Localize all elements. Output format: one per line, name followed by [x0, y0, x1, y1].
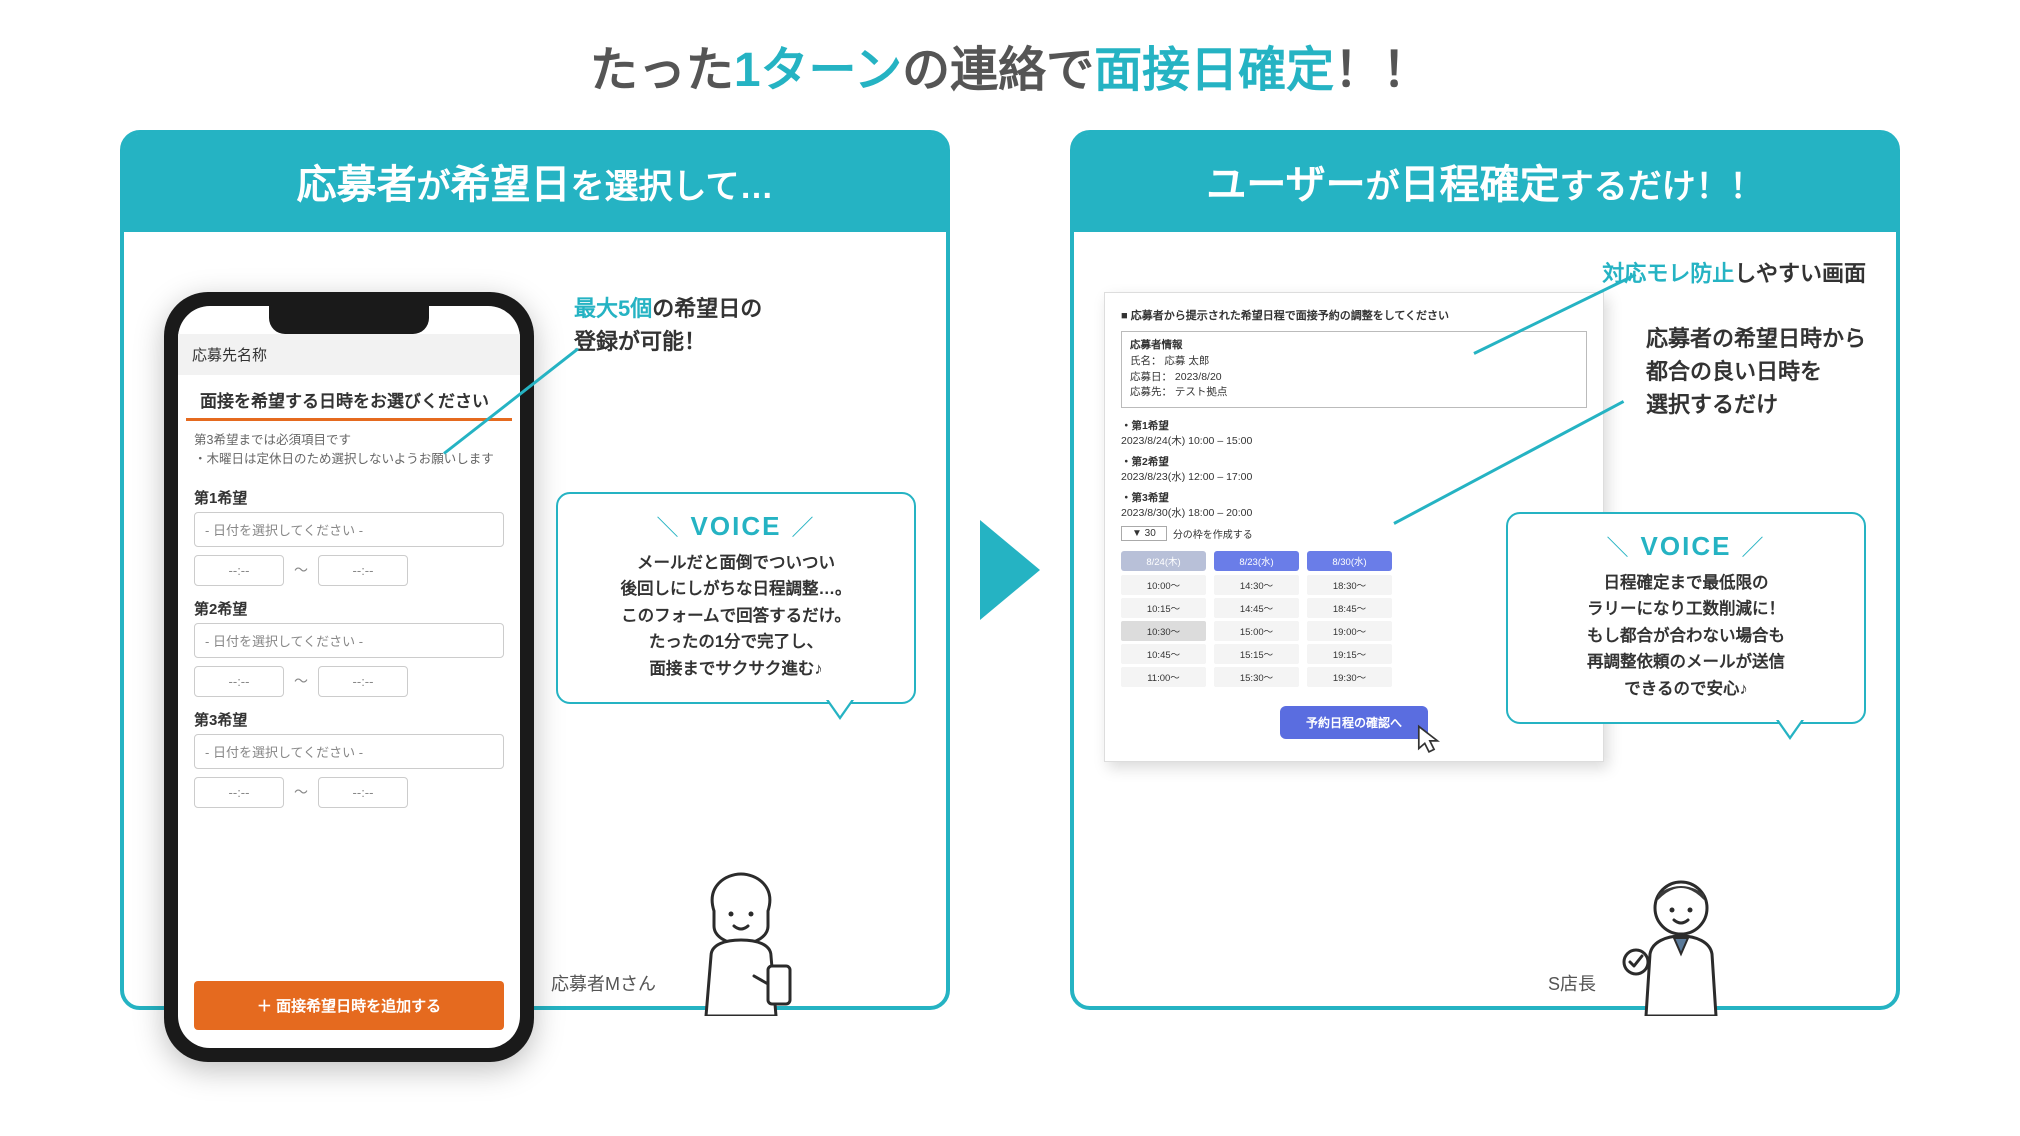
app-store-name: 応募先名称 — [178, 334, 520, 375]
timeslot-date-header: 8/24(木) — [1121, 551, 1206, 571]
timeslot-column: 8/30(水) 18:30〜 18:45〜 19:00〜 19:15〜 19:30〜 — [1307, 551, 1392, 690]
timeslot-option[interactable]: 14:30〜 — [1214, 575, 1299, 595]
timeslot-option[interactable]: 10:00〜 — [1121, 575, 1206, 595]
timeslot-option[interactable]: 11:00〜 — [1121, 667, 1206, 687]
timeslot-option[interactable]: 15:30〜 — [1214, 667, 1299, 687]
timeslot-option[interactable]: 10:30〜 — [1121, 621, 1206, 641]
panel-user-header: ユーザーが日程確定するだけ！！ — [1074, 134, 1896, 232]
tilde-icon: 〜 — [294, 560, 308, 580]
timeslot-column: 8/23(水) 14:30〜 14:45〜 15:00〜 15:15〜 15:30〜 — [1214, 551, 1299, 690]
panel-applicant: 応募者が希望日を選択して… 応募先名称 面接を希望する日時をお選びください 第3… — [120, 130, 950, 1010]
page-title: たった1ターンの連絡で面接日確定！！ — [80, 30, 1940, 100]
phone-screen: 応募先名称 面接を希望する日時をお選びください 第3希望までは必須項目です ・木… — [178, 306, 520, 1048]
panel-applicant-header: 応募者が希望日を選択して… — [124, 134, 946, 232]
desk-prefs: ・第1希望2023/8/24(木) 10:00 – 15:00 ・第2希望202… — [1121, 418, 1587, 520]
cursor-icon — [1412, 723, 1446, 757]
pref-3-date-select[interactable]: - 日付を選択してください - — [194, 734, 504, 769]
voice-text: 日程確定まで最低限の ラリーになり工数削減に！ もし都合が合わない場合も 再調整… — [1526, 570, 1846, 702]
pref-3-end-time[interactable]: --:-- — [318, 777, 408, 808]
pref-3: 第3希望 - 日付を選択してください - --:-- 〜 --:-- — [178, 701, 520, 812]
timeslot-option[interactable]: 19:00〜 — [1307, 621, 1392, 641]
pref-1-start-time[interactable]: --:-- — [194, 555, 284, 586]
persona-applicant-illustration — [676, 866, 806, 1016]
panels-row: 応募者が希望日を選択して… 応募先名称 面接を希望する日時をお選びください 第3… — [80, 130, 1940, 1010]
timeslot-option[interactable]: 18:45〜 — [1307, 598, 1392, 618]
pref-1-label: 第1希望 — [194, 487, 504, 508]
voice-card-user: ＼VOICE／ 日程確定まで最低限の ラリーになり工数削減に！ もし都合が合わな… — [1506, 512, 1866, 724]
voice-card-applicant: ＼VOICE／ メールだと面倒でついつい 後回しにしがちな日程調整…。 このフォ… — [556, 492, 916, 704]
arrow-right-icon — [980, 520, 1040, 620]
timeslot-option[interactable]: 15:15〜 — [1214, 644, 1299, 664]
pref-2-label: 第2希望 — [194, 598, 504, 619]
timeslot-date-header: 8/23(水) — [1214, 551, 1299, 571]
annotation-max5: 最大5個の希望日の 登録が可能！ — [574, 292, 762, 358]
pref-3-start-time[interactable]: --:-- — [194, 777, 284, 808]
timeslot-option[interactable]: 10:45〜 — [1121, 644, 1206, 664]
timeslot-date-header: 8/30(水) — [1307, 551, 1392, 571]
timeslot-option[interactable]: 10:15〜 — [1121, 598, 1206, 618]
phone-mockup: 応募先名称 面接を希望する日時をお選びください 第3希望までは必須項目です ・木… — [164, 292, 534, 1062]
pref-1-date-select[interactable]: - 日付を選択してください - — [194, 512, 504, 547]
pref-1-end-time[interactable]: --:-- — [318, 555, 408, 586]
pref-2-start-time[interactable]: --:-- — [194, 666, 284, 697]
tilde-icon: 〜 — [294, 782, 308, 802]
persona-user-illustration — [1616, 866, 1746, 1016]
voice-text: メールだと面倒でついつい 後回しにしがちな日程調整…。 このフォームで回答するだ… — [576, 550, 896, 682]
timeslot-option[interactable]: 18:30〜 — [1307, 575, 1392, 595]
voice-title: ＼VOICE／ — [1526, 530, 1846, 562]
phone-notch — [269, 306, 429, 334]
persona-applicant-label: 応募者Mさん — [551, 970, 656, 996]
panel-user: ユーザーが日程確定するだけ！！ ■ 応募者から提示された希望日程で面接予約の調整… — [1070, 130, 1900, 1010]
pref-2-date-select[interactable]: - 日付を選択してください - — [194, 623, 504, 658]
timeslot-option[interactable]: 19:30〜 — [1307, 667, 1392, 687]
add-preference-button[interactable]: ＋ 面接希望日時を追加する — [194, 981, 504, 1030]
timeslot-option[interactable]: 14:45〜 — [1214, 598, 1299, 618]
timeslot-option[interactable]: 15:00〜 — [1214, 621, 1299, 641]
pref-1: 第1希望 - 日付を選択してください - --:-- 〜 --:-- — [178, 479, 520, 590]
voice-title: ＼VOICE／ — [576, 510, 896, 542]
applicant-info-box: 応募者情報 氏名： 応募 太郎 応募日： 2023/8/20 応募先： テスト拠… — [1121, 331, 1587, 408]
persona-user-label: S店長 — [1548, 970, 1596, 996]
app-heading: 面接を希望する日時をお選びください — [186, 375, 512, 421]
app-note: 第3希望までは必須項目です ・木曜日は定休日のため選択しないようお願いします — [178, 421, 520, 479]
pref-3-label: 第3希望 — [194, 709, 504, 730]
pref-2: 第2希望 - 日付を選択してください - --:-- 〜 --:-- — [178, 590, 520, 701]
timeslot-option[interactable]: 19:15〜 — [1307, 644, 1392, 664]
tilde-icon: 〜 — [294, 671, 308, 691]
confirm-reservation-button[interactable]: 予約日程の確認へ — [1280, 706, 1428, 739]
annotation-prevent-miss: 対応モレ防止しやすい画面 — [1602, 257, 1866, 290]
duration-select[interactable]: ▼ 30 — [1121, 526, 1167, 541]
annotation-just-select: 応募者の希望日時から 都合の良い日時を 選択するだけ — [1646, 322, 1866, 421]
timeslot-column: 8/24(木) 10:00〜 10:15〜 10:30〜 10:45〜 11:00〜 — [1121, 551, 1206, 690]
pref-2-end-time[interactable]: --:-- — [318, 666, 408, 697]
desk-title: ■ 応募者から提示された希望日程で面接予約の調整をしてください — [1121, 307, 1587, 323]
